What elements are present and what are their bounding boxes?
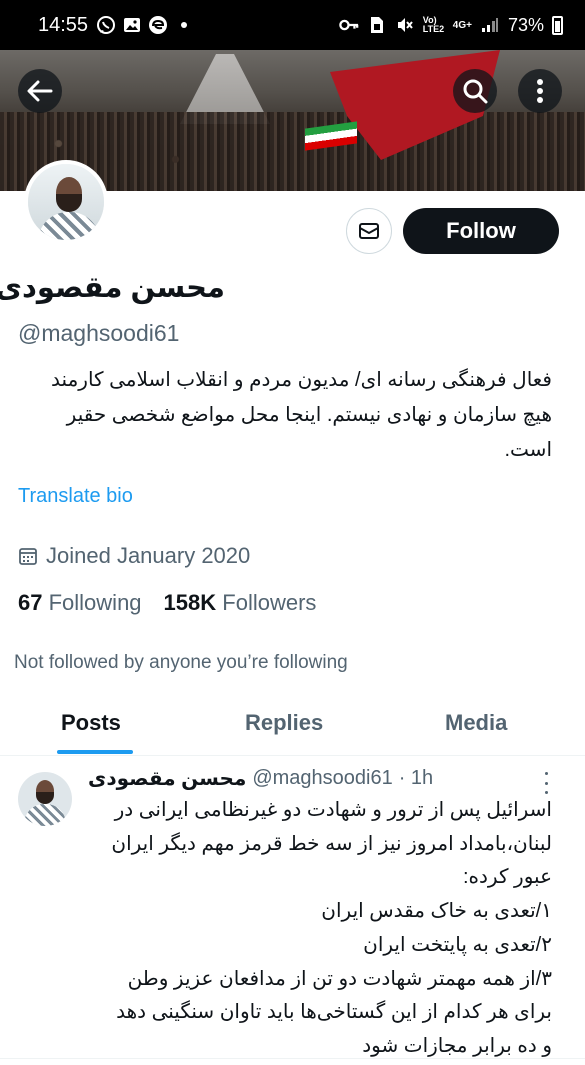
tab-media[interactable]: Media <box>445 710 507 736</box>
whatsapp-icon <box>96 15 116 35</box>
tweet-line: برای هر کدام از این گستاخی‌ها باید تاوان… <box>116 1001 552 1024</box>
tweet-author-handle[interactable]: @maghsoodi61 <box>252 767 392 790</box>
bio-line: فعال فرهنگی رسانه ای/ مدیون مردم و انقلا… <box>51 369 552 391</box>
edge-icon <box>148 15 168 35</box>
following-count: 67 <box>18 590 43 615</box>
follow-stats: 67 Following 158K Followers <box>18 590 316 616</box>
more-options-button[interactable] <box>518 69 562 113</box>
tweet-line: عبور کرده: <box>462 866 552 889</box>
battery-percent: 73% <box>507 14 544 35</box>
sim-icon <box>367 15 387 35</box>
tweet-timestamp[interactable]: · 1h <box>399 767 433 790</box>
mute-icon <box>395 15 415 35</box>
not-followed-note: Not followed by anyone you’re following <box>14 652 348 673</box>
tab-posts[interactable]: Posts <box>61 710 121 736</box>
profile-avatar[interactable] <box>24 160 108 244</box>
joined-text: Joined January 2020 <box>46 543 251 568</box>
following-link[interactable]: 67 Following <box>18 590 142 616</box>
tweet-author-name[interactable]: محسن مقصودی <box>88 766 246 791</box>
tweet-header: محسن مقصودی @maghsoodi61 · 1h <box>88 766 558 791</box>
key-icon <box>339 15 359 35</box>
search-icon <box>463 79 488 104</box>
more-vertical-icon <box>537 79 543 103</box>
back-button[interactable] <box>18 69 62 113</box>
divider <box>0 1058 585 1059</box>
profile-bio: فعال فرهنگی رسانه ای/ مدیون مردم و انقلا… <box>14 363 552 468</box>
followers-label: Followers <box>222 590 317 615</box>
network-label: 4G+ <box>452 19 472 31</box>
tweet-line: ۳/از همه مهمتر شهادت دو تن از مدافعان عز… <box>127 967 552 990</box>
follow-button[interactable]: Follow <box>403 208 559 254</box>
active-tab-indicator <box>57 750 133 754</box>
search-button[interactable] <box>453 69 497 113</box>
tab-replies[interactable]: Replies <box>245 710 323 736</box>
signal-icon <box>480 15 500 35</box>
battery-icon <box>552 15 563 35</box>
tweet-line: لبنان،بامداد امروز نیز از سه خط قرمز مهم… <box>111 832 552 855</box>
profile-handle: @maghsoodi61 <box>18 320 180 346</box>
tweet-line: ۲/تعدی به پایتخت ایران <box>363 933 552 956</box>
translate-bio-link[interactable]: Translate bio <box>18 485 133 508</box>
followers-count: 158K <box>163 590 217 615</box>
followers-link[interactable]: 158K Followers <box>164 590 317 616</box>
envelope-icon <box>359 223 379 239</box>
gallery-icon <box>122 15 142 35</box>
following-label: Following <box>48 590 142 615</box>
profile-tabs: Posts Replies Media <box>0 700 585 756</box>
display-name: محسن مقصودی <box>0 272 225 304</box>
bio-line: است. <box>504 439 552 461</box>
tweet-avatar[interactable] <box>18 772 72 826</box>
tweet-more-button[interactable] <box>540 772 552 794</box>
tweet-line: اسرائیل پس از ترور و شهادت دو غیرنظامی ا… <box>114 799 552 821</box>
message-button[interactable] <box>346 208 392 254</box>
tweet-line: ۱/تعدی به خاک مقدس ایران <box>321 900 552 923</box>
status-time: 14:55 <box>38 13 89 36</box>
dot-icon <box>174 15 194 35</box>
bio-line: هیچ سازمان و نهادی نیستم. اینجا محل مواض… <box>66 404 552 426</box>
volte-label: Vo) LTE2 <box>422 15 445 34</box>
calendar-icon <box>19 548 37 565</box>
arrow-left-icon <box>27 80 53 102</box>
tweet-text: اسرائیل پس از ترور و شهادت دو غیرنظامی ا… <box>90 794 552 1064</box>
joined-date: Joined January 2020 <box>18 543 250 569</box>
status-bar: 14:55 Vo) LTE2 4G+ 73% <box>0 0 585 50</box>
